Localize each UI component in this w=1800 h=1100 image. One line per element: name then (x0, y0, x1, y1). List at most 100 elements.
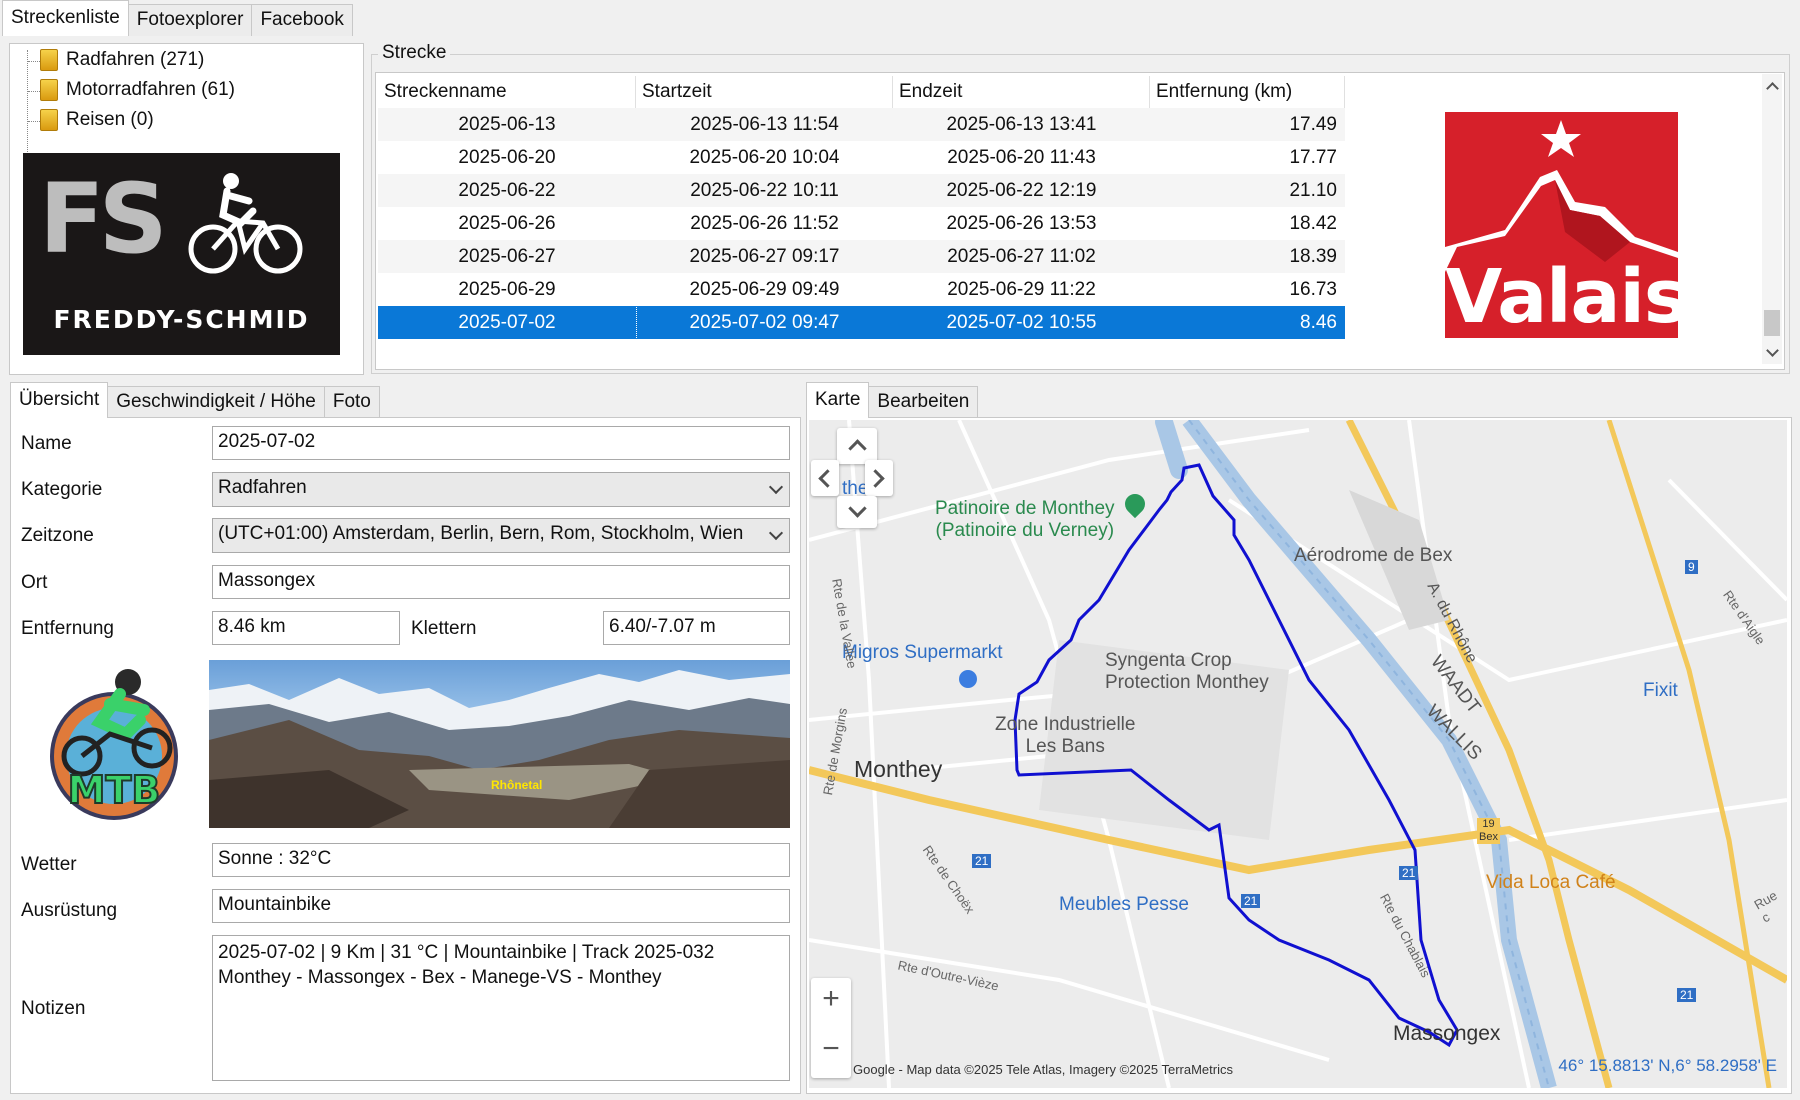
table-row[interactable]: 2025-06-29 2025-06-29 09:49 2025-06-29 11:… (378, 273, 1345, 306)
mtb-logo-text: MTB (67, 767, 162, 813)
pan-up-button[interactable] (837, 428, 877, 464)
cell-end: 2025-06-29 11:22 (947, 279, 1096, 300)
klettern-field[interactable]: 6.40/-7.07 m (603, 611, 790, 645)
cell-end: 2025-06-13 13:41 (946, 114, 1097, 135)
tab-streckenliste[interactable]: Streckenliste (2, 0, 129, 36)
table-row[interactable]: 2025-06-13 2025-06-13 11:54 2025-06-13 13:… (378, 108, 1345, 141)
cell-end: 2025-06-27 11:02 (947, 246, 1096, 267)
cell-end: 2025-06-20 11:43 (947, 147, 1096, 168)
folder-icon (40, 79, 58, 101)
cell-start: 2025-06-26 11:52 (690, 213, 839, 234)
klettern-label: Klettern (411, 618, 477, 639)
ort-field[interactable]: Massongex (212, 565, 790, 599)
chevron-left-icon (818, 469, 837, 488)
tab-karte[interactable]: Karte (806, 382, 870, 418)
scroll-thumb[interactable] (1764, 310, 1780, 336)
map-label-massongex: Massongex (1393, 1022, 1501, 1045)
column-header-startzeit[interactable]: Startzeit (636, 76, 893, 108)
road-bex-text: Bex (1479, 831, 1498, 843)
mountain-photo-graphic (209, 670, 790, 828)
map-label-fixit: Fixit (1643, 680, 1678, 701)
tree-branch (28, 91, 40, 92)
tree-item-radfahren[interactable]: Radfahren (271) (40, 49, 204, 71)
map-tabbar: Karte Bearbeiten (806, 382, 979, 418)
zeitzone-label: Zeitzone (21, 525, 94, 546)
grid-scrollbar[interactable] (1762, 74, 1782, 364)
photo-caption: Rhônetal (491, 778, 543, 792)
scroll-down-icon[interactable] (1766, 344, 1779, 357)
kategorie-select[interactable]: Radfahren (212, 472, 790, 507)
map-label-monthey: Monthey (854, 756, 943, 782)
name-field[interactable]: 2025-07-02 (212, 426, 790, 460)
tree-line (27, 50, 28, 162)
table-row[interactable]: 2025-06-27 2025-06-27 09:17 2025-06-27 11:… (378, 240, 1345, 273)
chevron-down-icon (768, 525, 784, 541)
table-row[interactable]: 2025-06-20 2025-06-20 10:04 2025-06-20 11:… (378, 141, 1345, 174)
pan-right-button[interactable] (865, 460, 893, 496)
tab-geschwindigkeit-hoehe[interactable]: Geschwindigkeit / Höhe (107, 386, 325, 418)
tree-item-label: Reisen (0) (66, 109, 154, 130)
tab-fotoexplorer[interactable]: Fotoexplorer (127, 4, 253, 36)
tree-item-reisen[interactable]: Reisen (0) (40, 109, 154, 131)
table-row[interactable]: 2025-07-02 2025-07-02 09:47 2025-07-02 10:… (377, 305, 1345, 340)
zeitzone-select[interactable]: (UTC+01:00) Amsterdam, Berlin, Bern, Rom… (212, 518, 790, 553)
tab-foto[interactable]: Foto (323, 386, 380, 418)
ausruestung-field[interactable]: Mountainbike (212, 889, 790, 923)
grid-header: Streckenname Startzeit Endzeit Entfernun… (378, 76, 1345, 108)
map-label-aerodrome: Aérodrome de Bex (1294, 545, 1453, 566)
cell-name: 2025-07-02 (377, 305, 637, 340)
road-19-text: 19 (1482, 818, 1495, 830)
cell-start: 2025-06-13 11:54 (690, 114, 839, 135)
cell-name: 2025-06-26 (458, 213, 556, 234)
table-row[interactable]: 2025-06-26 2025-06-26 11:52 2025-06-26 13:… (378, 207, 1345, 240)
entfernung-label: Entfernung (21, 618, 114, 639)
cell-name: 2025-06-29 (458, 279, 556, 300)
strecke-group-label: Strecke (378, 42, 451, 64)
map-view[interactable]: Patinoire de Monthey (Patinoire du Verne… (809, 420, 1787, 1088)
matterhorn-icon (1445, 120, 1678, 272)
tab-bearbeiten[interactable]: Bearbeiten (868, 386, 979, 418)
rhone-valley-photo[interactable]: Rhônetal (209, 660, 790, 828)
category-tree-panel: Radfahren (271) Motorradfahren (61) Reis… (9, 43, 364, 375)
cell-dist: 17.77 (1289, 147, 1337, 168)
cell-dist: 16.73 (1289, 279, 1337, 300)
scroll-up-icon[interactable] (1766, 82, 1779, 95)
shopping-cart-icon[interactable] (959, 670, 977, 688)
pan-down-button[interactable] (837, 496, 877, 528)
map-label-meubles: Meubles Pesse (1059, 894, 1189, 915)
road-shield-19: 19 Bex (1477, 818, 1500, 844)
chevron-down-icon (848, 499, 867, 518)
tree-item-motorradfahren[interactable]: Motorradfahren (61) (40, 79, 235, 101)
cell-name: 2025-06-22 (458, 180, 556, 201)
cell-end: 2025-06-22 12:19 (946, 180, 1097, 201)
pan-left-button[interactable] (811, 460, 839, 496)
tree-branch (28, 121, 40, 122)
column-header-streckenname[interactable]: Streckenname (378, 76, 636, 108)
map-label-zone: Zone Industrielle Les Bans (995, 714, 1136, 757)
map-label-patinoire: Patinoire de Monthey (Patinoire du Verne… (935, 498, 1115, 541)
cell-dist: 18.39 (1289, 246, 1337, 267)
tab-uebersicht[interactable]: Übersicht (10, 382, 109, 418)
map-label-syngenta: Syngenta Crop Protection Monthey (1105, 650, 1269, 693)
tab-facebook[interactable]: Facebook (251, 4, 353, 36)
column-header-entfernung[interactable]: Entfernung (km) (1150, 76, 1345, 108)
entfernung-field[interactable]: 8.46 km (212, 611, 400, 645)
zoom-out-button[interactable]: − (811, 1032, 851, 1066)
logo-letters: FS (39, 163, 168, 275)
wetter-field[interactable]: Sonne : 32°C (212, 843, 790, 877)
detail-tabbar: Übersicht Geschwindigkeit / Höhe Foto (10, 382, 380, 418)
zoom-in-button[interactable]: + (811, 982, 851, 1016)
map-label-migros: Migros Supermarkt (842, 642, 1003, 663)
column-header-endzeit[interactable]: Endzeit (893, 76, 1150, 108)
table-row[interactable]: 2025-06-22 2025-06-22 10:11 2025-06-22 12:… (378, 174, 1345, 207)
logo-name: FREDDY-SCHMID (53, 305, 310, 334)
cell-name: 2025-06-20 (458, 147, 556, 168)
freddy-schmid-logo: FS FREDDY-SCHMID (23, 153, 340, 355)
wetter-label: Wetter (21, 854, 77, 875)
zeitzone-value: (UTC+01:00) Amsterdam, Berlin, Bern, Rom… (218, 523, 744, 544)
folder-icon (40, 109, 58, 131)
cell-start: 2025-06-22 10:11 (690, 180, 839, 201)
notizen-textarea[interactable]: 2025-07-02 | 9 Km | 31 °C | Mountainbike… (212, 935, 790, 1081)
top-tabbar: Streckenliste Fotoexplorer Facebook (2, 0, 353, 36)
cell-name: 2025-06-13 (458, 114, 556, 135)
